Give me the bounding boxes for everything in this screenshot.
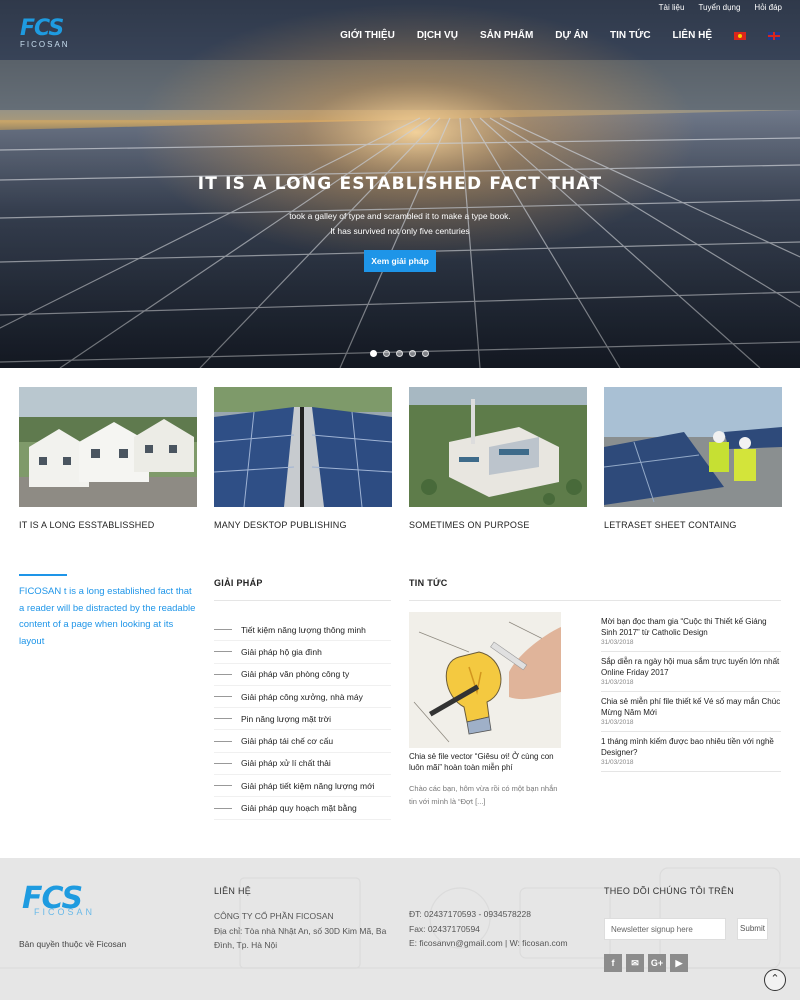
nav-item-news[interactable]: TIN TỨC <box>610 30 651 41</box>
nav-item-services[interactable]: DỊCH VỤ <box>417 30 458 41</box>
phone-text: ĐT: 02437170593 - 0934578228 <box>409 909 531 919</box>
feature-cards: IT IS A LONG ESSTABLISSHED MANY DESKTOP … <box>19 387 782 530</box>
slider-dot[interactable] <box>409 350 416 357</box>
solution-link[interactable]: Giải pháp quy hoạch mặt bằng <box>214 797 391 820</box>
solutions-heading: GIẢI PHÁP <box>214 578 263 588</box>
news-heading: TIN TỨC <box>409 578 448 588</box>
slider-dot[interactable] <box>422 350 429 357</box>
feature-card[interactable]: SOMETIMES ON PURPOSE <box>409 387 587 530</box>
solution-link[interactable]: Giải pháp hộ gia đình <box>214 641 391 664</box>
slider-dot[interactable] <box>370 350 377 357</box>
news-item[interactable]: Chia sẻ miễn phí file thiết kế Vé số may… <box>601 692 781 732</box>
feature-image-factory[interactable] <box>409 387 587 507</box>
solution-link[interactable]: Giải pháp văn phòng công ty <box>214 664 391 686</box>
back-to-top-icon[interactable]: ⌃ <box>764 969 786 991</box>
featured-news-title[interactable]: Chia sẻ file vector “Giêsu ơi! Ở cùng co… <box>409 751 561 773</box>
page: Tài liệu Tuyển dụng Hỏi đáp FCS FICOSAN … <box>0 0 800 1000</box>
top-link-faq[interactable]: Hỏi đáp <box>754 3 782 12</box>
solution-link[interactable]: Giải pháp công xưởng, nhà máy <box>214 686 391 709</box>
feature-title[interactable]: IT IS A LONG ESSTABLISSHED <box>19 520 197 530</box>
hero-slider: Tài liệu Tuyển dụng Hỏi đáp FCS FICOSAN … <box>0 0 800 368</box>
slider-dots <box>370 350 429 357</box>
copyright-text: Bản quyền thuộc về Ficosan <box>19 939 127 949</box>
solutions-list: Tiết kiệm năng lượng thông minh Giải phá… <box>214 619 391 820</box>
hero-subtitle-line-2: It has survived not only five centuries <box>330 226 470 236</box>
main-nav: GIỚI THIỆU DỊCH VỤ SẢN PHẨM DỰ ÁN TIN TỨ… <box>340 30 780 41</box>
featured-news-excerpt: Chào các bạn, hôm vừa rồi có một bạn nhắ… <box>409 784 558 806</box>
news-item[interactable]: Sắp diễn ra ngày hội mua sắm trực tuyến … <box>601 652 781 692</box>
solution-link[interactable]: Giải pháp tái chế cơ cấu <box>214 730 391 753</box>
news-column: TIN TỨC Chia sẻ file vector “Giêsu ơi! Ở… <box>409 578 781 806</box>
news-item-date: 31/03/2018 <box>601 679 634 686</box>
vietnam-flag-icon[interactable] <box>734 31 746 40</box>
lightbulb-sketch-image[interactable] <box>409 612 561 748</box>
contact-heading: LIÊN HỆ <box>214 886 252 896</box>
news-item-date: 31/03/2018 <box>601 639 634 646</box>
nav-item-contact[interactable]: LIÊN HỆ <box>673 30 712 41</box>
featured-news[interactable]: Chia sẻ file vector “Giêsu ơi! Ở cùng co… <box>409 612 561 808</box>
solutions-column: GIẢI PHÁP Tiết kiệm năng lượng thông min… <box>214 578 391 820</box>
top-link-careers[interactable]: Tuyển dụng <box>698 3 740 12</box>
news-list: Mời bạn đọc tham gia “Cuộc thi Thiết kế … <box>601 612 781 772</box>
feature-title[interactable]: MANY DESKTOP PUBLISHING <box>214 520 392 530</box>
nav-item-about[interactable]: GIỚI THIỆU <box>340 30 395 41</box>
nav-item-products[interactable]: SẢN PHẨM <box>480 30 533 41</box>
feature-card[interactable]: LETRASET SHEET CONTAING <box>604 387 782 530</box>
about-text: FICOSAN t is a long established fact tha… <box>19 586 196 647</box>
hero-subtitle-line-1: took a galley of type and scrambled it t… <box>289 211 511 221</box>
email-icon[interactable]: ✉ <box>626 954 644 972</box>
news-item-title[interactable]: 1 tháng mình kiếm được bao nhiêu tiền vớ… <box>601 736 781 758</box>
contact-details: ĐT: 02437170593 - 0934578228 Fax: 024371… <box>409 907 599 951</box>
hero-title: IT IS A LONG ESTABLISHED FACT THAT <box>197 174 603 194</box>
feature-image-rooftop-panels[interactable] <box>214 387 392 507</box>
logo-subtitle: FICOSAN <box>20 40 70 49</box>
news-item-date: 31/03/2018 <box>601 759 634 766</box>
slider-dot[interactable] <box>396 350 403 357</box>
news-item[interactable]: Mời bạn đọc tham gia “Cuộc thi Thiết kế … <box>601 612 781 652</box>
top-link-docs[interactable]: Tài liệu <box>659 3 685 12</box>
about-block: FICOSAN t is a long established fact tha… <box>19 574 199 650</box>
facebook-icon[interactable]: f <box>604 954 622 972</box>
feature-image-engineers[interactable] <box>604 387 782 507</box>
feature-card[interactable]: MANY DESKTOP PUBLISHING <box>214 387 392 530</box>
logo-mark: FCS <box>20 16 64 41</box>
slider-dot[interactable] <box>383 350 390 357</box>
site-logo[interactable]: FCS FICOSAN <box>20 18 80 58</box>
nav-item-projects[interactable]: DỰ ÁN <box>555 30 588 41</box>
company-name: CÔNG TY CỔ PHẦN FICOSAN <box>214 911 334 921</box>
hero-subtitle: took a galley of type and scrambled it t… <box>0 209 800 239</box>
solution-link[interactable]: Giải pháp tiết kiệm năng lượng mới <box>214 775 391 798</box>
youtube-icon[interactable]: ▶ <box>670 954 688 972</box>
newsletter-input[interactable]: Newsletter signup here <box>604 918 726 940</box>
footer-logo[interactable]: FCS FICOSAN <box>22 884 95 918</box>
newsletter-submit-button[interactable]: Submit <box>737 918 768 940</box>
contact-address-block: CÔNG TY CỔ PHẦN FICOSAN Địa chỉ: Tòa nhà… <box>214 909 394 953</box>
top-links: Tài liệu Tuyển dụng Hỏi đáp <box>659 3 782 12</box>
news-item-title[interactable]: Sắp diễn ra ngày hội mua sắm trực tuyến … <box>601 656 781 678</box>
solution-link[interactable]: Pin năng lượng mặt trời <box>214 708 391 731</box>
news-item-title[interactable]: Mời bạn đọc tham gia “Cuộc thi Thiết kế … <box>601 616 781 638</box>
social-icons: f ✉ G+ ▶ <box>604 954 688 972</box>
follow-heading: THEO DÕI CHÚNG TÔI TRÊN <box>604 886 735 896</box>
accent-bar <box>19 574 67 576</box>
feature-image-houses[interactable] <box>19 387 197 507</box>
company-address: Địa chỉ: Tòa nhà Nhật An, số 30D Kim Mã,… <box>214 925 387 951</box>
feature-title[interactable]: LETRASET SHEET CONTAING <box>604 520 782 530</box>
email-website-text[interactable]: E: ficosanvn@gmail.com | W: ficosan.com <box>409 936 599 951</box>
news-item[interactable]: 1 tháng mình kiếm được bao nhiêu tiền vớ… <box>601 732 781 772</box>
uk-flag-icon[interactable] <box>768 31 780 40</box>
google-plus-icon[interactable]: G+ <box>648 954 666 972</box>
view-solutions-button[interactable]: Xem giải pháp <box>364 250 436 272</box>
news-item-date: 31/03/2018 <box>601 719 634 726</box>
feature-card[interactable]: IT IS A LONG ESSTABLISSHED <box>19 387 197 530</box>
solution-link[interactable]: Giải pháp xử lí chất thải <box>214 753 391 776</box>
solution-link[interactable]: Tiết kiệm năng lượng thông minh <box>214 619 391 642</box>
fax-text: Fax: 02437170594 <box>409 923 480 934</box>
news-item-title[interactable]: Chia sẻ miễn phí file thiết kế Vé số may… <box>601 696 781 718</box>
feature-title[interactable]: SOMETIMES ON PURPOSE <box>409 520 587 530</box>
